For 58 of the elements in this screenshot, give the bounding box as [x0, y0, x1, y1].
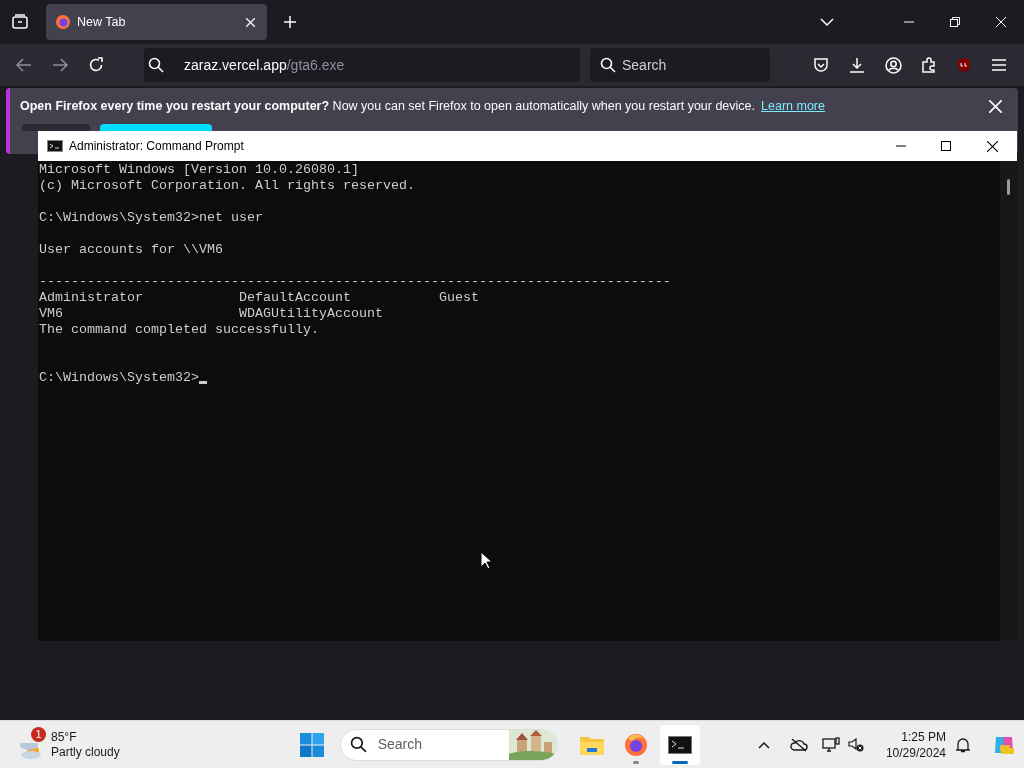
console-line: -------------------------------------------------------------------------------: [39, 274, 672, 290]
speaker-muted-icon[interactable]: [847, 737, 864, 752]
account-icon[interactable]: [885, 56, 902, 74]
menu-icon[interactable]: [992, 59, 1006, 71]
scroll-bar[interactable]: [1000, 161, 1017, 641]
taskbar-search-field[interactable]: Search: [339, 728, 558, 761]
chevron-down-icon[interactable]: [820, 17, 834, 27]
console-line: (c) Microsoft Corporation. All rights reserved.: [39, 178, 416, 194]
console-icon: [667, 735, 692, 754]
console-line: Microsoft Windows [Version 10.0.26080.1]: [39, 162, 360, 178]
notification-text: Open Firefox every time you restart your computer? Now you can set Firefox to open automatically when you restart your device.: [20, 97, 756, 115]
maximize-icon[interactable]: [941, 141, 951, 151]
cloud-off-icon[interactable]: [789, 737, 808, 752]
console-line: User accounts for \\VM6: [39, 242, 224, 258]
network-icon[interactable]: [821, 736, 840, 753]
close-icon[interactable]: [987, 140, 998, 152]
chevron-up-icon[interactable]: [757, 740, 770, 749]
forward-icon[interactable]: [52, 58, 68, 72]
clock-date[interactable]: 10/29/2024: [885, 744, 946, 761]
weather-condition: Partly cloudy: [51, 744, 120, 760]
console-line: Administrator DefaultAccount Guest: [39, 290, 480, 306]
bell-icon[interactable]: [956, 736, 970, 753]
search-icon: [349, 736, 367, 753]
notification-badge: 1: [31, 726, 46, 742]
search-placeholder: Search: [377, 735, 423, 754]
search-icon: [148, 57, 164, 73]
download-icon[interactable]: [849, 57, 865, 73]
back-icon[interactable]: [16, 58, 32, 72]
firefox-icon: [623, 732, 648, 757]
console-line: VM6 WDAGUtilityAccount: [39, 306, 384, 322]
learn-more-link[interactable]: Learn more: [761, 96, 825, 116]
shield-icon[interactable]: [956, 57, 972, 73]
taskbar-app-button[interactable]: [659, 724, 700, 765]
text-cursor: [198, 381, 207, 384]
search-placeholder: Search: [622, 55, 667, 75]
window-title: Administrator: Command Prompt: [69, 138, 244, 155]
reload-icon[interactable]: [88, 57, 104, 73]
tab-title: New Tab: [77, 13, 127, 31]
console-line: C:\Windows\System32>net user: [39, 210, 264, 226]
search-field[interactable]: Search: [590, 48, 770, 82]
browser-tab[interactable]: New Tab: [46, 4, 267, 40]
restore-icon[interactable]: [950, 17, 960, 27]
address-bar[interactable]: zaraz.vercel.app/gta6.exe: [144, 48, 580, 82]
mouse-cursor-icon: [480, 551, 492, 570]
new-tab-icon[interactable]: [283, 15, 297, 29]
url-text: zaraz.vercel.app/gta6.exe: [184, 55, 345, 75]
tab-list-icon[interactable]: [11, 13, 29, 31]
clock-time[interactable]: 1:25 PM: [901, 728, 946, 745]
command-prompt: C:\Windows\System32>: [39, 370, 199, 386]
pocket-icon[interactable]: [813, 57, 829, 73]
windows-start-icon[interactable]: [299, 732, 324, 757]
firefox-icon: [55, 14, 71, 30]
temperature-text: 85°F: [51, 729, 78, 745]
extensions-icon[interactable]: [921, 57, 937, 73]
console-icon: [47, 140, 63, 152]
search-icon: [600, 57, 616, 73]
scroll-thumb[interactable]: [1007, 179, 1010, 195]
console-line: The command completed successfully.: [39, 322, 320, 338]
